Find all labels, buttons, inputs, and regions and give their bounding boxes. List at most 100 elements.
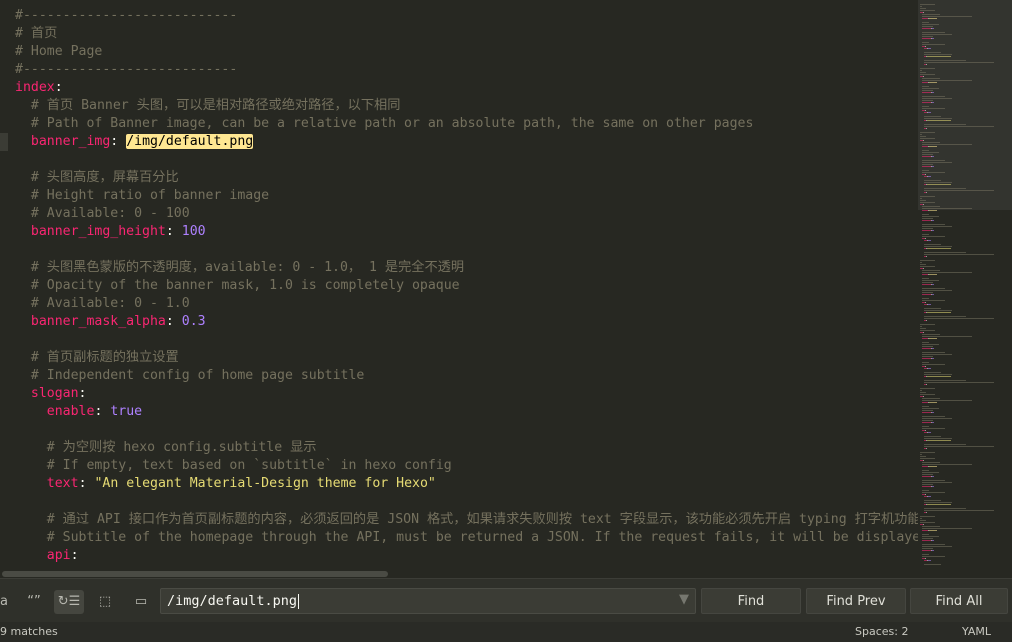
horizontal-scrollbar[interactable] xyxy=(0,570,1012,578)
minimap-stroke xyxy=(920,392,927,393)
code-token: # 头图高度，屏幕百分比 xyxy=(30,170,179,185)
highlight-matches-icon: ▭ xyxy=(134,594,148,609)
minimap-stroke xyxy=(922,546,952,547)
quote-icon: “” xyxy=(27,594,41,609)
find-all-button[interactable]: Find All xyxy=(910,588,1008,614)
editor-pane[interactable]: #--------------------------- # 首页 # Home P… xyxy=(0,0,918,570)
minimap-stroke xyxy=(924,438,953,439)
minimap-stroke xyxy=(922,480,946,481)
code-line: # If empty, text based on `subtitle` in … xyxy=(47,457,452,475)
minimap-stroke xyxy=(922,228,933,229)
minimap-stroke xyxy=(920,324,936,325)
highlight-matches-toggle[interactable]: ▭ xyxy=(126,590,156,614)
minimap-stroke xyxy=(932,230,935,231)
minimap-stroke xyxy=(924,446,994,447)
minimap-stroke xyxy=(932,38,935,39)
minimap-stroke xyxy=(927,376,951,377)
minimap-stroke xyxy=(922,556,946,557)
code-token: 100 xyxy=(181,224,206,239)
minimap-stroke xyxy=(922,34,952,35)
minimap-stroke xyxy=(924,500,941,501)
code-line: text: "An elegant Material-Design theme … xyxy=(47,475,436,493)
minimap-stroke xyxy=(922,284,932,285)
minimap-stroke xyxy=(922,90,933,91)
minimap-stroke xyxy=(922,336,973,337)
minimap-stroke xyxy=(928,530,938,531)
find-button[interactable]: Find xyxy=(701,588,801,614)
minimap-stroke xyxy=(925,384,927,385)
minimap-stroke xyxy=(928,466,938,467)
minimap-stroke xyxy=(922,152,939,153)
code-line: # 首页 xyxy=(15,25,57,43)
minimap-stroke xyxy=(925,256,927,257)
minimap-stroke xyxy=(922,160,946,161)
minimap-stroke xyxy=(920,266,936,267)
minimap-stroke xyxy=(922,78,940,79)
indentation-setting[interactable]: Spaces: 2 xyxy=(855,622,908,642)
minimap-stroke xyxy=(922,36,933,37)
code-line: # 通过 API 接口作为首页副标题的内容，必须返回的是 JSON 格式，如果请… xyxy=(47,511,918,529)
minimap-stroke xyxy=(924,564,941,565)
minimap-stroke xyxy=(922,28,932,29)
minimap-stroke xyxy=(922,230,932,231)
minimap-stroke xyxy=(922,398,940,399)
code-token: : xyxy=(70,548,79,563)
minimap-stroke xyxy=(922,38,932,39)
minimap-stroke xyxy=(924,52,941,53)
whole-word-toggle[interactable]: a xyxy=(0,590,14,614)
minimap-stroke xyxy=(922,170,929,171)
code-line: # Height ratio of banner image xyxy=(31,187,269,205)
minimap-stroke xyxy=(932,412,935,413)
code-token: 0.3 xyxy=(181,314,206,329)
horizontal-scrollbar-thumb[interactable] xyxy=(2,571,388,577)
syntax-selector[interactable]: YAML xyxy=(962,622,991,642)
minimap-stroke xyxy=(932,550,935,551)
code-token: index xyxy=(15,80,55,95)
minimap-stroke xyxy=(932,166,935,167)
minimap-stroke xyxy=(925,512,927,513)
minimap-stroke xyxy=(920,328,927,329)
minimap-stroke xyxy=(932,476,935,477)
find-prev-button[interactable]: Find Prev xyxy=(806,588,906,614)
minimap-stroke xyxy=(920,68,936,69)
minimap-stroke xyxy=(922,216,939,217)
minimap-stroke xyxy=(922,416,946,417)
minimap-stroke xyxy=(920,6,923,7)
minimap-stroke xyxy=(922,534,929,535)
code-token: : xyxy=(165,224,182,239)
code-token: # 为空则按 hexo config.subtitle 显示 xyxy=(46,440,317,455)
minimap-stroke xyxy=(922,208,973,209)
minimap[interactable] xyxy=(918,0,1012,570)
code-token: # 头图黑色蒙版的不透明度，available: 0 - 1.0， 1 是完全不… xyxy=(30,260,465,275)
find-history-dropdown-icon[interactable]: ▼ xyxy=(679,592,689,607)
minimap-stroke xyxy=(927,56,951,57)
code-token: # 通过 API 接口作为首页副标题的内容，必须返回的是 JSON 格式，如果请… xyxy=(46,512,918,527)
minimap-stroke xyxy=(922,22,929,23)
find-input[interactable]: /img/default.png ▼ xyxy=(160,588,696,614)
minimap-stroke xyxy=(922,332,924,333)
minimap-stroke xyxy=(922,484,933,485)
quote-toggle[interactable]: “” xyxy=(20,590,48,614)
minimap-stroke xyxy=(922,554,929,555)
minimap-stroke xyxy=(932,92,935,93)
code-token: banner_img_height xyxy=(30,224,166,239)
minimap-stroke xyxy=(922,298,929,299)
code-line: slogan: xyxy=(31,385,87,403)
minimap-stroke xyxy=(924,126,994,127)
find-query: /img/default.png xyxy=(167,593,298,609)
minimap-stroke xyxy=(922,140,924,141)
minimap-stroke xyxy=(922,344,939,345)
minimap-stroke xyxy=(920,138,936,139)
code-token: enable xyxy=(46,404,95,419)
minimap-stroke xyxy=(924,252,967,253)
current-line-marker xyxy=(0,133,8,151)
minimap-stroke xyxy=(928,402,938,403)
in-selection-toggle[interactable]: ⬚ xyxy=(92,590,118,614)
minimap-stroke xyxy=(922,528,973,529)
minimap-stroke xyxy=(925,558,927,559)
minimap-stroke xyxy=(932,28,935,29)
minimap-stroke xyxy=(924,254,994,255)
wrap-toggle[interactable]: ↻☰ xyxy=(54,590,84,614)
code-token: # 首页 xyxy=(15,26,58,41)
minimap-stroke xyxy=(922,418,952,419)
